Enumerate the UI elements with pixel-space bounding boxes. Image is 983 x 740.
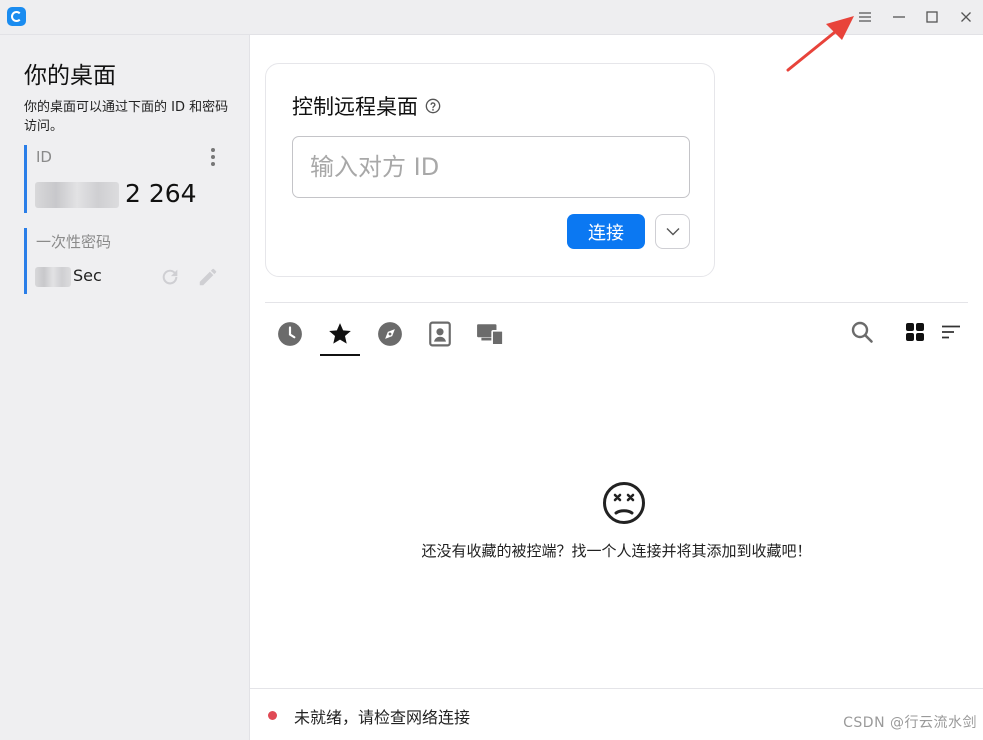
tab-address-book[interactable] (420, 314, 460, 354)
password-card: 一次性密码 Sec (24, 228, 224, 294)
minimize-icon[interactable] (886, 6, 912, 28)
tab-favorites[interactable] (320, 314, 360, 356)
sidebar: 你的桌面 你的桌面可以通过下面的 ID 和密码访问。 ID 2 264 一次性密… (0, 35, 250, 740)
password-label: 一次性密码 (36, 233, 112, 251)
close-icon[interactable] (953, 6, 979, 28)
tab-recent[interactable] (270, 314, 310, 354)
sad-face-icon (603, 482, 645, 524)
sort-icon[interactable] (937, 318, 965, 346)
status-indicator (268, 711, 277, 720)
help-icon[interactable] (425, 98, 441, 114)
tab-devices[interactable] (470, 314, 510, 354)
sidebar-title: 你的桌面 (24, 63, 116, 89)
sidebar-description: 你的桌面可以通过下面的 ID 和密码访问。 (24, 100, 229, 134)
connect-title: 控制远程桌面 (292, 91, 441, 121)
grid-view-icon[interactable] (901, 318, 929, 346)
history-icon (278, 322, 302, 346)
remote-id-input[interactable] (292, 136, 690, 198)
more-options-icon[interactable] (206, 147, 220, 167)
refresh-password-icon[interactable] (157, 264, 183, 290)
id-value: 2 264 (35, 179, 197, 208)
password-value: Sec (35, 266, 102, 287)
peer-tab-bar (265, 310, 968, 356)
connect-options-button[interactable] (655, 214, 690, 249)
connect-card: 控制远程桌面 连接 (265, 63, 715, 277)
edit-password-icon[interactable] (195, 264, 221, 290)
divider (265, 302, 968, 303)
chevron-down-icon (666, 228, 679, 236)
id-label: ID (36, 148, 52, 166)
watermark: CSDN @行云流水剑 (843, 715, 977, 731)
star-icon (329, 323, 351, 344)
redacted-password-patch (35, 266, 71, 287)
empty-favorites-message: 还没有收藏的被控端？找一个人连接并将其添加到收藏吧！ (421, 542, 812, 560)
compass-icon (378, 322, 402, 346)
address-book-icon (429, 321, 451, 347)
app-logo-icon (7, 7, 26, 26)
id-card: ID 2 264 (24, 145, 224, 213)
status-text: 未就绪，请检查网络连接 (294, 708, 471, 727)
devices-icon (477, 324, 504, 346)
connect-button[interactable]: 连接 (567, 214, 645, 249)
tab-discovered[interactable] (370, 314, 410, 354)
search-icon[interactable] (848, 318, 876, 346)
maximize-icon[interactable] (919, 6, 945, 28)
redacted-id-patch (35, 182, 119, 208)
menu-icon[interactable] (852, 6, 878, 28)
title-bar (0, 0, 983, 35)
